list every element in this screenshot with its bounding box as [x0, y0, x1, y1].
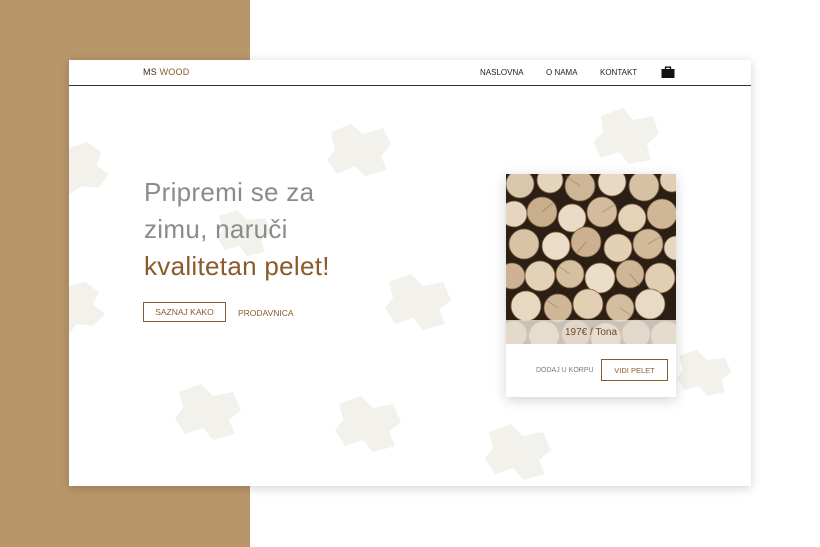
logo-prefix: MS: [143, 67, 157, 77]
nav-link-naslovna[interactable]: NASLOVNA: [480, 68, 524, 77]
hero-heading: Pripremi se za zimu, naruči kvalitetan p…: [144, 174, 404, 285]
firewood-image: [506, 174, 676, 344]
nav-link-o-nama[interactable]: O NAMA: [546, 68, 578, 77]
hero-line-1: Pripremi se za: [144, 177, 315, 207]
view-pellet-button[interactable]: VIDI PELET: [601, 359, 668, 381]
add-to-cart-link[interactable]: DODAJ U KORPU: [536, 367, 594, 374]
firewood-illustration: [506, 174, 676, 344]
brand-logo[interactable]: MS WOOD: [143, 67, 189, 77]
top-navigation: MS WOOD NASLOVNA O NAMA KONTAKT: [69, 60, 751, 86]
learn-how-button[interactable]: SAZNAJ KAKO: [143, 302, 226, 322]
product-card: 197€ / Tona DODAJ U KORPU VIDI PELET: [506, 174, 676, 397]
shop-link[interactable]: PRODAVNICA: [238, 308, 294, 318]
price-label: 197€ / Tona: [506, 320, 676, 344]
logo-suffix: WOOD: [159, 67, 190, 77]
nav-link-kontakt[interactable]: KONTAKT: [600, 68, 637, 77]
shopping-bag-icon[interactable]: [661, 66, 675, 78]
hero-line-2: zimu, naruči: [144, 214, 288, 244]
hero-line-3: kvalitetan pelet!: [144, 251, 330, 281]
website-frame: MS WOOD NASLOVNA O NAMA KONTAKT Pripremi…: [69, 60, 751, 486]
